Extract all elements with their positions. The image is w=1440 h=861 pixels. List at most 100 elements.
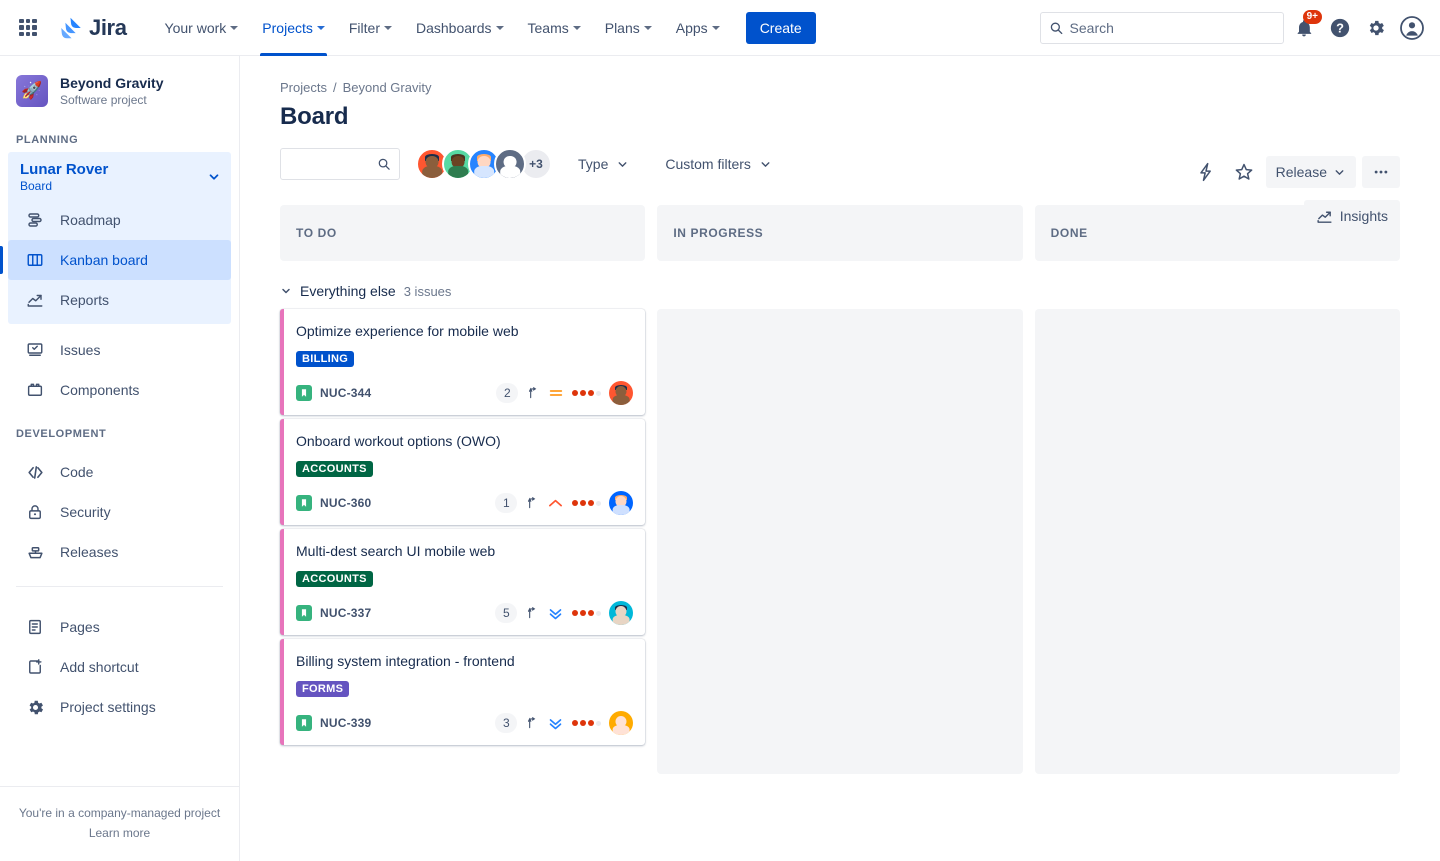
project-header[interactable]: 🚀 Beyond Gravity Software project [0, 56, 239, 116]
issue-card[interactable]: Onboard workout options (OWO) ACCOUNTS N… [280, 419, 645, 525]
nav-teams-label: Teams [528, 20, 569, 36]
chevron-down-icon[interactable] [207, 170, 221, 184]
sidebar-item-components-label: Components [60, 382, 139, 398]
insights-chart-icon [1316, 208, 1333, 225]
grid-apps-icon[interactable] [12, 12, 44, 44]
subtask-branch-icon [526, 385, 540, 401]
nav-projects[interactable]: Projects [252, 0, 335, 56]
notification-bell-icon[interactable]: 9+ [1288, 12, 1320, 44]
issue-card-label[interactable]: ACCOUNTS [296, 461, 373, 477]
chevron-down-icon [573, 26, 581, 30]
roadmap-icon [24, 209, 46, 231]
issue-card-key[interactable]: NUC-360 [320, 496, 371, 510]
chevron-down-icon[interactable] [280, 285, 292, 297]
company-managed-note: You're in a company-managed project [14, 803, 225, 823]
issue-card-assignee-avatar[interactable] [609, 711, 633, 735]
sidebar-item-roadmap-label: Roadmap [60, 212, 121, 228]
create-button[interactable]: Create [746, 12, 816, 44]
breadcrumb: Projects / Beyond Gravity [280, 80, 1400, 95]
swimlane-body: Optimize experience for mobile web BILLI… [280, 309, 1400, 774]
profile-avatar-icon[interactable] [1396, 12, 1428, 44]
release-button-label: Release [1276, 164, 1327, 180]
star-favorite-icon[interactable] [1228, 156, 1260, 188]
project-name: Beyond Gravity [60, 74, 163, 92]
column-todo: TO DO [280, 205, 645, 261]
sidebar-item-project-settings[interactable]: Project settings [8, 687, 231, 727]
issue-card-label[interactable]: BILLING [296, 351, 354, 367]
issue-card[interactable]: Optimize experience for mobile web BILLI… [280, 309, 645, 415]
issue-card[interactable]: Billing system integration - frontend FO… [280, 639, 645, 745]
board-search-box[interactable] [280, 148, 400, 180]
issue-card-label[interactable]: FORMS [296, 681, 349, 697]
issue-card-title: Multi-dest search UI mobile web [296, 541, 633, 561]
lane-in-progress-dropzone[interactable] [657, 309, 1022, 774]
lightning-automation-icon[interactable] [1190, 156, 1222, 188]
sidebar-item-pages[interactable]: Pages [8, 607, 231, 647]
priority-high-chevron-up-icon [547, 495, 564, 512]
top-nav-right-actions: 9+ ? [1040, 0, 1428, 56]
issue-card-key[interactable]: NUC-337 [320, 606, 371, 620]
svg-text:?: ? [1336, 21, 1344, 36]
sidebar-item-issues[interactable]: Issues [8, 330, 231, 370]
release-button[interactable]: Release [1266, 156, 1356, 188]
avatar-4-generic[interactable] [494, 148, 526, 180]
jira-logo[interactable]: Jira [58, 15, 127, 41]
learn-more-link[interactable]: Learn more [14, 823, 225, 843]
sidebar-item-security[interactable]: Security [8, 492, 231, 532]
help-icon[interactable]: ? [1324, 12, 1356, 44]
jira-logo-text: Jira [89, 15, 127, 41]
board-group-header[interactable]: Lunar Rover Board [8, 152, 231, 200]
board-columns-icon [24, 249, 46, 271]
components-icon [24, 379, 46, 401]
issue-card-progress-dots [572, 610, 601, 616]
gear-glyph [26, 698, 45, 717]
sidebar-item-kanban-board[interactable]: Kanban board [8, 240, 231, 280]
board-group-title: Lunar Rover [20, 160, 108, 179]
nav-your-work[interactable]: Your work [155, 0, 249, 56]
nav-dashboards[interactable]: Dashboards [406, 0, 514, 56]
sidebar-item-roadmap[interactable]: Roadmap [8, 200, 231, 240]
issue-card-key[interactable]: NUC-339 [320, 716, 371, 730]
insights-button[interactable]: Insights [1304, 200, 1400, 232]
issue-card[interactable]: Multi-dest search UI mobile web ACCOUNTS… [280, 529, 645, 635]
nav-plans[interactable]: Plans [595, 0, 662, 56]
issue-card-assignee-avatar[interactable] [609, 381, 633, 405]
nav-filter[interactable]: Filter [339, 0, 402, 56]
chevron-down-icon [230, 26, 238, 30]
swimlane-header[interactable]: Everything else 3 issues [280, 283, 1400, 299]
priority-lowest-double-chevron-down-icon [547, 605, 564, 622]
jira-mark-icon [58, 15, 84, 41]
swimlane-name: Everything else [300, 283, 396, 299]
breadcrumb-projects[interactable]: Projects [280, 80, 327, 95]
nav-apps[interactable]: Apps [666, 0, 730, 56]
type-filter-dropdown[interactable]: Type [568, 148, 639, 180]
nav-teams[interactable]: Teams [518, 0, 591, 56]
primary-nav-items: Your work Projects Filter Dashboards Tea… [155, 0, 816, 56]
sidebar-item-security-label: Security [60, 504, 111, 520]
custom-filters-dropdown[interactable]: Custom filters [655, 148, 782, 180]
issue-card-assignee-avatar[interactable] [609, 601, 633, 625]
settings-gear-icon[interactable] [1360, 12, 1392, 44]
issue-card-assignee-avatar[interactable] [609, 491, 633, 515]
lane-done-dropzone[interactable] [1035, 309, 1400, 774]
issue-card-label[interactable]: ACCOUNTS [296, 571, 373, 587]
planning-section-label: PLANNING [0, 116, 239, 152]
sidebar-item-add-shortcut[interactable]: Add shortcut [8, 647, 231, 687]
sidebar-item-components[interactable]: Components [8, 370, 231, 410]
more-options-button[interactable] [1362, 156, 1400, 188]
board-search-input[interactable] [289, 156, 377, 172]
sidebar-item-reports-label: Reports [60, 292, 109, 308]
lane-todo-dropzone[interactable]: Optimize experience for mobile web BILLI… [280, 309, 645, 774]
breadcrumb-beyond-gravity[interactable]: Beyond Gravity [343, 80, 432, 95]
sidebar-item-releases[interactable]: Releases [8, 532, 231, 572]
sidebar-item-reports[interactable]: Reports [8, 280, 231, 320]
nav-dashboards-label: Dashboards [416, 20, 492, 36]
swimlane-issue-count: 3 issues [404, 284, 452, 299]
sidebar-item-pages-label: Pages [60, 619, 100, 635]
issue-card-key[interactable]: NUC-344 [320, 386, 371, 400]
sidebar-item-code-label: Code [60, 464, 93, 480]
global-search-box[interactable] [1040, 12, 1284, 44]
project-type: Software project [60, 92, 163, 108]
global-search-input[interactable] [1070, 20, 1275, 36]
sidebar-item-code[interactable]: Code [8, 452, 231, 492]
